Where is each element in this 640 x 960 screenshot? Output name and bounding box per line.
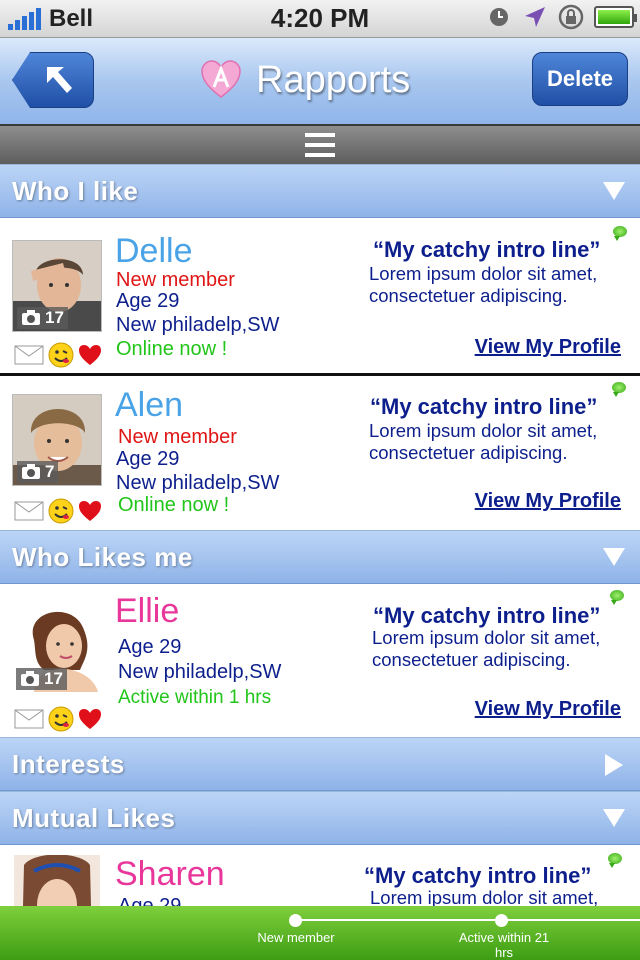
photo-count: 17 bbox=[17, 307, 68, 329]
profile-age: Age 29 bbox=[118, 636, 182, 658]
chat-bubble-icon[interactable] bbox=[613, 226, 627, 241]
new-member-badge: New member bbox=[116, 269, 235, 291]
profile-age: Age 29 bbox=[116, 448, 180, 470]
battery-icon bbox=[594, 6, 637, 28]
camera-icon bbox=[21, 671, 39, 686]
section-title: Who I like bbox=[12, 175, 139, 206]
rotation-lock-icon bbox=[558, 4, 584, 30]
mail-icon[interactable] bbox=[14, 709, 44, 729]
action-icons bbox=[14, 706, 102, 732]
profile-photo[interactable]: 7 bbox=[12, 394, 102, 486]
profile-name[interactable]: Alen bbox=[115, 386, 183, 425]
page-title: Rapports bbox=[256, 58, 411, 101]
section-who-likes-me[interactable]: Who Likes me bbox=[0, 530, 640, 584]
profile-name[interactable]: Delle bbox=[115, 232, 192, 271]
profile-name[interactable]: Ellie bbox=[115, 592, 179, 631]
profile-description: Lorem ipsum dolor sit amet, consectetuer… bbox=[369, 420, 598, 463]
view-profile-link[interactable]: View My Profile bbox=[475, 698, 621, 721]
filter-track bbox=[295, 919, 640, 921]
profile-card-alen[interactable]: 7 Alen New member Age 29 New philadelp,S… bbox=[0, 376, 640, 530]
section-title: Mutual Likes bbox=[12, 802, 176, 833]
profile-location: New philadelp,SW bbox=[118, 661, 282, 683]
menu-strip bbox=[0, 124, 640, 164]
intro-line: “My catchy intro line” bbox=[370, 394, 598, 419]
photo-count: 7 bbox=[17, 461, 59, 483]
navigation-bar: Rapports Delete bbox=[0, 38, 640, 124]
profile-description: Lorem ipsum dolor sit amet, bbox=[370, 887, 599, 906]
profile-photo[interactable]: 17 bbox=[12, 240, 102, 332]
person-photo-icon bbox=[14, 855, 100, 906]
chat-bubble-icon[interactable] bbox=[610, 590, 624, 605]
back-arrow-icon bbox=[47, 67, 72, 93]
logo-icon bbox=[201, 60, 241, 98]
section-mutual-likes[interactable]: Mutual Likes bbox=[0, 791, 640, 845]
profile-location: New philadelp,SW bbox=[116, 314, 280, 336]
location-arrow-icon bbox=[522, 4, 548, 30]
chevron-down-icon bbox=[603, 548, 625, 566]
filter-label-new-member: New member bbox=[257, 930, 335, 945]
profile-description: Lorem ipsum dolor sit amet, consectetuer… bbox=[372, 627, 601, 670]
profile-location: New philadelp,SW bbox=[116, 472, 280, 494]
chevron-right-icon bbox=[605, 754, 623, 776]
filter-stop-active[interactable] bbox=[495, 914, 508, 927]
section-title: Who Likes me bbox=[12, 541, 193, 572]
intro-line: “My catchy intro line” bbox=[364, 863, 592, 888]
mail-icon[interactable] bbox=[14, 501, 44, 521]
heart-icon[interactable] bbox=[78, 500, 102, 522]
heart-icon[interactable] bbox=[78, 344, 102, 366]
profile-photo[interactable] bbox=[14, 855, 100, 906]
section-title: Interests bbox=[12, 748, 125, 779]
filter-label-active: Active within 21 hrs bbox=[458, 930, 550, 960]
profile-age: Age 29 bbox=[118, 895, 182, 906]
profile-age: Age 29 bbox=[116, 290, 180, 312]
photo-count: 17 bbox=[16, 668, 67, 690]
smiley-icon[interactable] bbox=[48, 498, 74, 524]
section-who-i-like[interactable]: Who I like bbox=[0, 164, 640, 218]
chat-bubble-icon[interactable] bbox=[612, 382, 626, 397]
action-icons bbox=[14, 498, 102, 524]
filter-stop-new-member[interactable] bbox=[289, 914, 302, 927]
profile-photo[interactable]: 17 bbox=[14, 600, 104, 692]
online-status: Active within 1 hrs bbox=[118, 687, 272, 708]
profile-card-ellie[interactable]: 17 Ellie Age 29 New philadelp,SW Active … bbox=[0, 584, 640, 736]
intro-line: “My catchy intro line” bbox=[373, 237, 601, 262]
back-button[interactable] bbox=[12, 52, 94, 108]
online-status: Online now ! bbox=[116, 338, 228, 360]
smiley-icon[interactable] bbox=[48, 342, 74, 368]
status-bar: Bell 4:20 PM bbox=[0, 0, 640, 38]
chevron-down-icon bbox=[603, 182, 625, 200]
view-profile-link[interactable]: View My Profile bbox=[475, 490, 621, 513]
clock-icon bbox=[486, 4, 512, 30]
heart-icon[interactable] bbox=[78, 708, 102, 730]
new-member-badge: New member bbox=[118, 426, 237, 448]
section-interests[interactable]: Interests bbox=[0, 737, 640, 791]
signal-icon bbox=[8, 7, 41, 30]
profile-card-delle[interactable]: 17 Delle New member Age 29 New philadelp… bbox=[0, 218, 640, 374]
chat-bubble-icon[interactable] bbox=[608, 853, 622, 868]
mail-icon[interactable] bbox=[14, 345, 44, 365]
view-profile-link[interactable]: View My Profile bbox=[475, 336, 621, 359]
carrier-name: Bell bbox=[49, 4, 94, 32]
camera-icon bbox=[22, 464, 40, 479]
camera-icon bbox=[22, 310, 40, 325]
chevron-down-icon bbox=[603, 809, 625, 827]
delete-button[interactable]: Delete bbox=[532, 52, 628, 106]
menu-icon[interactable] bbox=[305, 133, 335, 157]
activity-filter-bar[interactable]: New member Active within 21 hrs bbox=[0, 906, 640, 960]
profile-name[interactable]: Sharen bbox=[115, 855, 225, 894]
profile-description: Lorem ipsum dolor sit amet, consectetuer… bbox=[369, 263, 598, 306]
online-status: Online now ! bbox=[118, 494, 230, 516]
intro-line: “My catchy intro line” bbox=[373, 603, 601, 628]
action-icons bbox=[14, 342, 102, 368]
profile-card-sharen[interactable]: Sharen Age 29 “My catchy intro line” Lor… bbox=[0, 845, 640, 906]
smiley-icon[interactable] bbox=[48, 706, 74, 732]
